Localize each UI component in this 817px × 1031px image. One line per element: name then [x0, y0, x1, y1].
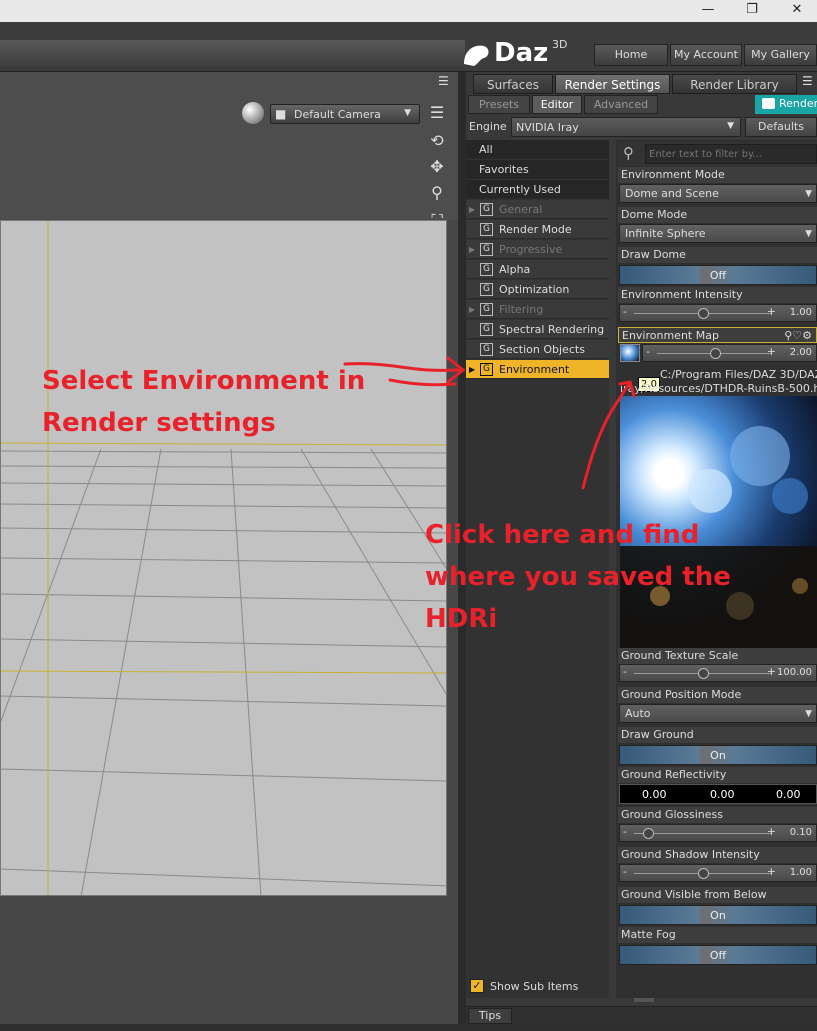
annotation-1-line1: Select Environment in — [42, 366, 366, 396]
annotation-2-line2: where you saved the — [425, 562, 731, 592]
annotation-1-line2: Render settings — [42, 408, 276, 438]
annotation-arrows — [343, 356, 636, 490]
annotation-2-line3: HDRi — [425, 604, 498, 634]
annotation-2-line1: Click here and find — [425, 520, 700, 550]
